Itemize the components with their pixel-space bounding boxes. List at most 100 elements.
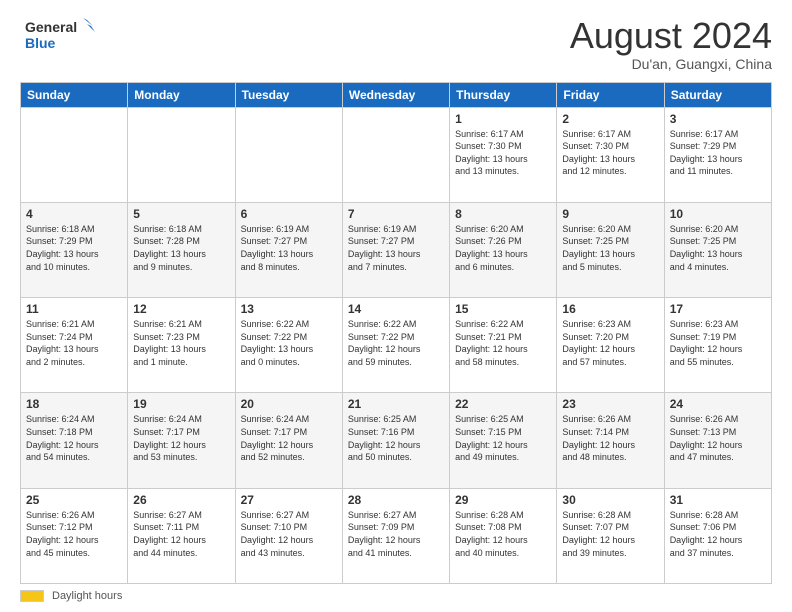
col-monday: Monday [128,82,235,107]
table-row: 11 Sunrise: 6:21 AM Sunset: 7:24 PM Dayli… [21,298,128,393]
table-row: 10 Sunrise: 6:20 AM Sunset: 7:25 PM Dayli… [664,202,771,297]
day-info: Sunrise: 6:28 AM Sunset: 7:07 PM Dayligh… [562,509,658,559]
day-info: Sunrise: 6:26 AM Sunset: 7:12 PM Dayligh… [26,509,122,559]
day-number: 5 [133,207,229,221]
day-number: 28 [348,493,444,507]
calendar-row: 11 Sunrise: 6:21 AM Sunset: 7:24 PM Dayli… [21,298,772,393]
table-row: 5 Sunrise: 6:18 AM Sunset: 7:28 PM Daylig… [128,202,235,297]
table-row: 4 Sunrise: 6:18 AM Sunset: 7:29 PM Daylig… [21,202,128,297]
calendar-body: 1Sunrise: 6:17 AM Sunset: 7:30 PM Daylig… [21,107,772,583]
day-info: Sunrise: 6:21 AM Sunset: 7:24 PM Dayligh… [26,318,122,368]
table-row: 31Sunrise: 6:28 AM Sunset: 7:06 PM Dayli… [664,488,771,583]
day-number: 29 [455,493,551,507]
col-saturday: Saturday [664,82,771,107]
day-number: 13 [241,302,337,316]
table-row: 16 Sunrise: 6:23 AM Sunset: 7:20 PM Dayli… [557,298,664,393]
day-info: Sunrise: 6:26 AM Sunset: 7:13 PM Dayligh… [670,413,766,463]
calendar: Sunday Monday Tuesday Wednesday Thursday… [20,82,772,584]
day-number: 16 [562,302,658,316]
day-number: 23 [562,397,658,411]
day-info: Sunrise: 6:22 AM Sunset: 7:22 PM Dayligh… [241,318,337,368]
day-info: Sunrise: 6:17 AM Sunset: 7:29 PM Dayligh… [670,128,766,178]
table-row: 20 Sunrise: 6:24 AM Sunset: 7:17 PM Dayli… [235,393,342,488]
day-info: Sunrise: 6:17 AM Sunset: 7:30 PM Dayligh… [562,128,658,178]
table-row: 17 Sunrise: 6:23 AM Sunset: 7:19 PM Dayli… [664,298,771,393]
day-info: Sunrise: 6:23 AM Sunset: 7:19 PM Dayligh… [670,318,766,368]
calendar-table: Sunday Monday Tuesday Wednesday Thursday… [20,82,772,584]
day-number: 20 [241,397,337,411]
header: General Blue General Blue August 2024 Du… [20,16,772,72]
table-row: 7 Sunrise: 6:19 AM Sunset: 7:27 PM Daylig… [342,202,449,297]
title-block: August 2024 Du'an, Guangxi, China [570,16,772,72]
table-row: 28 Sunrise: 6:27 AM Sunset: 7:09 PM Dayli… [342,488,449,583]
col-tuesday: Tuesday [235,82,342,107]
day-number: 4 [26,207,122,221]
day-number: 7 [348,207,444,221]
day-number: 10 [670,207,766,221]
svg-text:Blue: Blue [25,35,56,51]
day-info: Sunrise: 6:20 AM Sunset: 7:25 PM Dayligh… [670,223,766,273]
table-row: 24 Sunrise: 6:26 AM Sunset: 7:13 PM Dayli… [664,393,771,488]
day-info: Sunrise: 6:25 AM Sunset: 7:15 PM Dayligh… [455,413,551,463]
day-number: 15 [455,302,551,316]
day-info: Sunrise: 6:17 AM Sunset: 7:30 PM Dayligh… [455,128,551,178]
table-row: 8 Sunrise: 6:20 AM Sunset: 7:26 PM Daylig… [450,202,557,297]
col-friday: Friday [557,82,664,107]
day-info: Sunrise: 6:24 AM Sunset: 7:17 PM Dayligh… [133,413,229,463]
day-number: 3 [670,112,766,126]
daylight-label: Daylight hours [52,590,122,602]
calendar-header-row: Sunday Monday Tuesday Wednesday Thursday… [21,82,772,107]
day-info: Sunrise: 6:21 AM Sunset: 7:23 PM Dayligh… [133,318,229,368]
day-number: 9 [562,207,658,221]
day-number: 24 [670,397,766,411]
day-number: 8 [455,207,551,221]
col-wednesday: Wednesday [342,82,449,107]
table-row: 2 Sunrise: 6:17 AM Sunset: 7:30 PM Daylig… [557,107,664,202]
table-row: 29 Sunrise: 6:28 AM Sunset: 7:08 PM Dayli… [450,488,557,583]
day-info: Sunrise: 6:23 AM Sunset: 7:20 PM Dayligh… [562,318,658,368]
table-row [235,107,342,202]
day-number: 22 [455,397,551,411]
month-title: August 2024 [570,16,772,56]
calendar-row: 4 Sunrise: 6:18 AM Sunset: 7:29 PM Daylig… [21,202,772,297]
day-info: Sunrise: 6:27 AM Sunset: 7:11 PM Dayligh… [133,509,229,559]
table-row: 18Sunrise: 6:24 AM Sunset: 7:18 PM Dayli… [21,393,128,488]
day-info: Sunrise: 6:20 AM Sunset: 7:26 PM Dayligh… [455,223,551,273]
day-number: 31 [670,493,766,507]
table-row: 30 Sunrise: 6:28 AM Sunset: 7:07 PM Dayli… [557,488,664,583]
day-number: 19 [133,397,229,411]
day-number: 17 [670,302,766,316]
table-row: 12Sunrise: 6:21 AM Sunset: 7:23 PM Dayli… [128,298,235,393]
calendar-row: 1Sunrise: 6:17 AM Sunset: 7:30 PM Daylig… [21,107,772,202]
logo: General Blue General Blue [20,16,100,56]
table-row: 27Sunrise: 6:27 AM Sunset: 7:10 PM Dayli… [235,488,342,583]
day-number: 2 [562,112,658,126]
table-row: 9Sunrise: 6:20 AM Sunset: 7:25 PM Daylig… [557,202,664,297]
table-row: 6Sunrise: 6:19 AM Sunset: 7:27 PM Daylig… [235,202,342,297]
day-info: Sunrise: 6:19 AM Sunset: 7:27 PM Dayligh… [348,223,444,273]
table-row [342,107,449,202]
day-number: 18 [26,397,122,411]
table-row: 22 Sunrise: 6:25 AM Sunset: 7:15 PM Dayli… [450,393,557,488]
day-number: 6 [241,207,337,221]
table-row [21,107,128,202]
table-row: 21Sunrise: 6:25 AM Sunset: 7:16 PM Dayli… [342,393,449,488]
day-info: Sunrise: 6:28 AM Sunset: 7:08 PM Dayligh… [455,509,551,559]
calendar-page: General Blue General Blue August 2024 Du… [0,0,792,612]
day-number: 30 [562,493,658,507]
table-row: 19 Sunrise: 6:24 AM Sunset: 7:17 PM Dayli… [128,393,235,488]
table-row: 14Sunrise: 6:22 AM Sunset: 7:22 PM Dayli… [342,298,449,393]
table-row [128,107,235,202]
day-number: 27 [241,493,337,507]
day-number: 14 [348,302,444,316]
day-info: Sunrise: 6:24 AM Sunset: 7:17 PM Dayligh… [241,413,337,463]
table-row: 25Sunrise: 6:26 AM Sunset: 7:12 PM Dayli… [21,488,128,583]
day-number: 21 [348,397,444,411]
calendar-row: 18Sunrise: 6:24 AM Sunset: 7:18 PM Dayli… [21,393,772,488]
day-info: Sunrise: 6:27 AM Sunset: 7:09 PM Dayligh… [348,509,444,559]
table-row: 13 Sunrise: 6:22 AM Sunset: 7:22 PM Dayli… [235,298,342,393]
daylight-swatch [20,590,44,602]
day-info: Sunrise: 6:18 AM Sunset: 7:28 PM Dayligh… [133,223,229,273]
day-info: Sunrise: 6:18 AM Sunset: 7:29 PM Dayligh… [26,223,122,273]
day-number: 11 [26,302,122,316]
